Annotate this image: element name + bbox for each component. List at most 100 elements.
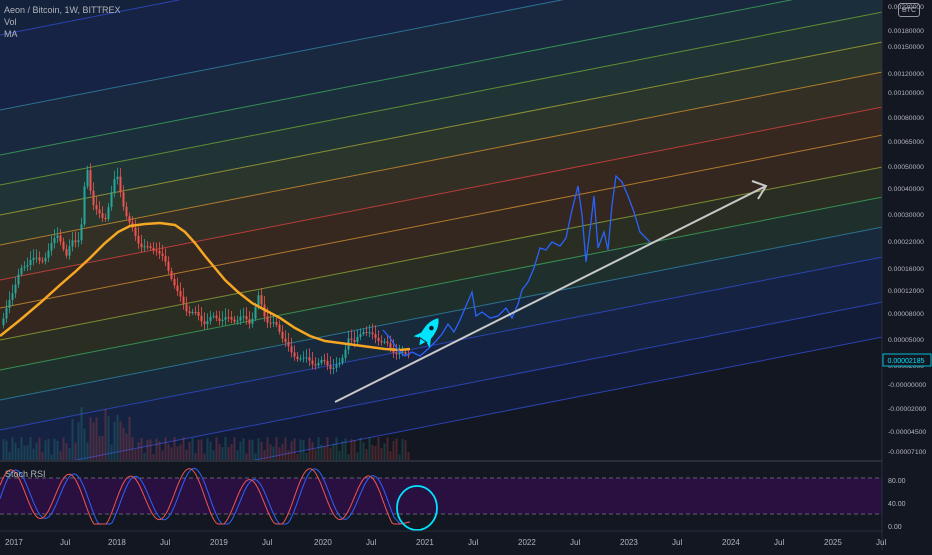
price-axis-label: 0.00005000 [888, 337, 924, 344]
candle-body [371, 332, 374, 335]
candle-body [92, 190, 95, 206]
volume-bar [77, 422, 80, 460]
volume-bar [14, 442, 17, 460]
candle-body [20, 267, 23, 275]
candle-body [65, 249, 68, 256]
candle-body [80, 224, 83, 241]
volume-bar [47, 439, 50, 460]
candle-body [398, 352, 401, 355]
candle-body [359, 333, 362, 337]
candle-body [164, 255, 167, 262]
volume-bar [29, 437, 32, 460]
volume-bar [350, 439, 353, 460]
volume-bar [335, 437, 338, 460]
candle-body [161, 253, 164, 256]
candle-body [32, 257, 35, 261]
price-axis-label: 0.00012000 [888, 288, 924, 295]
time-axis-label: 2021 [416, 538, 434, 547]
volume-bar [332, 443, 335, 460]
candle-body [356, 336, 359, 343]
volume-bar [233, 437, 236, 460]
candle-body [179, 291, 182, 297]
volume-bar [149, 439, 152, 460]
stoch-rsi-level-label: 80.00 [888, 478, 906, 485]
candle-body [38, 257, 41, 261]
volume-bar [59, 451, 62, 460]
chart-window[interactable]: Stoch RSI 0.00220000 0.00180000 0.00150000… [0, 0, 932, 550]
symbol-legend[interactable]: Aeon / Bitcoin, 1W, BITTREX Vol MA [4, 4, 121, 40]
candle-body [239, 316, 242, 321]
volume-bar [218, 444, 221, 460]
candle-body [245, 316, 248, 320]
volume-bar [122, 427, 125, 460]
volume-bar [137, 442, 140, 460]
volume-bar [356, 452, 359, 460]
volume-bar [206, 438, 209, 460]
volume-bar [86, 442, 89, 460]
volume-bar [290, 441, 293, 460]
candle-body [389, 343, 392, 348]
price-axis-label: 0.00050000 [888, 164, 924, 171]
candle-body [134, 227, 137, 237]
volume-bar [143, 452, 146, 460]
candle-body [170, 270, 173, 279]
price-axis-label: 0.00120000 [888, 71, 924, 78]
volume-bar [134, 449, 137, 460]
volume-bar [26, 445, 29, 460]
candle-body [338, 363, 341, 365]
volume-bar [71, 418, 74, 460]
candle-body [335, 364, 338, 368]
volume-bar [284, 437, 287, 460]
time-axis-label: Jul [774, 538, 784, 547]
chart-canvas[interactable]: Stoch RSI 0.002200000.001800000.00150000… [0, 0, 932, 550]
candle-body [41, 260, 44, 262]
candle-body [8, 299, 11, 308]
candle-body [296, 356, 299, 360]
candle-body [125, 206, 128, 217]
candle-body [251, 318, 254, 324]
candle-body [77, 240, 80, 243]
time-axis-label: Jul [468, 538, 478, 547]
candle-body [377, 337, 380, 341]
volume-bar [179, 444, 182, 460]
ma-indicator-label[interactable]: MA [4, 28, 121, 40]
volume-bar [326, 437, 329, 460]
volume-bar [386, 437, 389, 460]
volume-bar [107, 416, 110, 460]
symbol-title[interactable]: Aeon / Bitcoin, 1W, BITTREX [4, 4, 121, 16]
volume-bar [98, 436, 101, 460]
volume-bar [146, 440, 149, 460]
time-axis-label: Jul [672, 538, 682, 547]
volume-bar [215, 437, 218, 460]
candle-body [44, 257, 47, 262]
candle-body [362, 331, 365, 334]
vol-indicator-label[interactable]: Vol [4, 16, 121, 28]
volume-bar [260, 441, 263, 460]
price-axis-label: 0.00016000 [888, 266, 924, 273]
stoch-rsi-level-label: 0.00 [888, 524, 902, 531]
volume-bar [158, 441, 161, 460]
volume-bar [338, 450, 341, 460]
volume-bar [32, 448, 35, 460]
candle-body [218, 318, 221, 321]
time-axis-label: 2018 [108, 538, 126, 547]
candle-body [71, 240, 74, 247]
candle-body [365, 331, 368, 333]
candle-body [227, 317, 230, 319]
candle-body [89, 170, 92, 191]
candle-body [305, 357, 308, 359]
candle-body [29, 260, 32, 266]
candle-body [149, 246, 152, 248]
volume-bar [161, 450, 164, 460]
candle-body [341, 357, 344, 364]
volume-bar [287, 450, 290, 460]
volume-bar [119, 421, 122, 460]
candle-body [221, 319, 224, 321]
volume-bar [74, 442, 77, 460]
price-axis-label: 0.00040000 [888, 186, 924, 193]
currency-badge[interactable]: BTC [898, 3, 920, 17]
candle-body [242, 316, 245, 318]
volume-bar [269, 444, 272, 460]
candle-body [107, 206, 110, 220]
candle-body [308, 357, 311, 361]
